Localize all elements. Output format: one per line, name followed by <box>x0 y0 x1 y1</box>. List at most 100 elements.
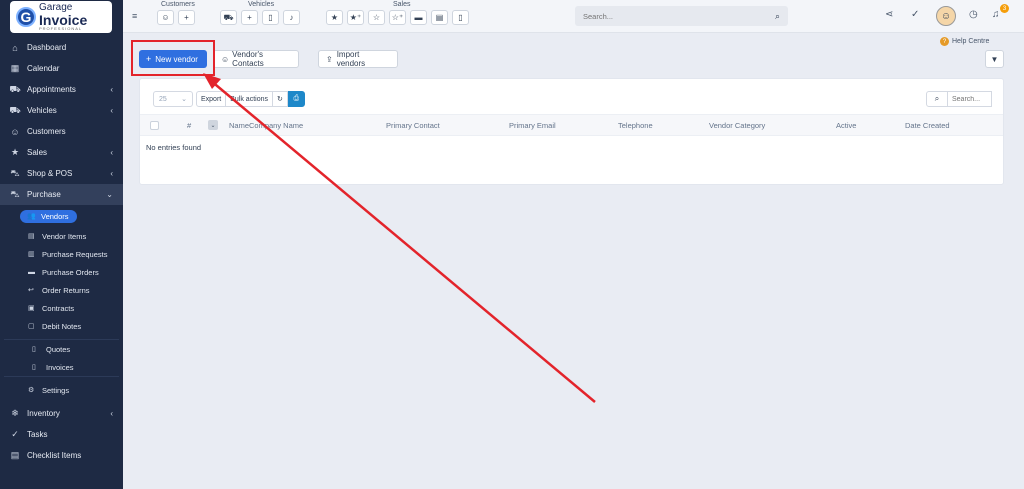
filter-button[interactable]: ▼ <box>985 50 1004 68</box>
column-header-primary-contact[interactable]: Primary Contact <box>386 121 440 130</box>
sidebar-subitem-purchase-requests[interactable]: ▥ Purchase Requests <box>0 245 123 263</box>
sidebar-subitem-label: Settings <box>42 385 70 395</box>
cart-icon: ⛍ <box>10 188 20 199</box>
customer-list-icon[interactable]: ☺ <box>157 10 174 25</box>
sidebar-subitem-label: Invoices <box>46 362 74 372</box>
star-icon: ★ <box>10 147 20 157</box>
sidebar-subitem-vendor-items[interactable]: ▤ Vendor Items <box>0 227 123 245</box>
document-icon[interactable]: ▯ <box>452 10 469 25</box>
sidebar-item-inventory[interactable]: ❄ Inventory ‹ <box>0 403 123 424</box>
search-icon[interactable]: ⌕ <box>775 11 780 22</box>
sidebar-item-shop-pos[interactable]: ⛍ Shop & POS ‹ <box>0 163 123 184</box>
empty-table-message: No entries found <box>146 143 202 152</box>
doc-icon: ▤ <box>10 450 20 460</box>
sidebar-subitem-label: Vendor Items <box>42 231 87 241</box>
search-input[interactable] <box>583 11 775 21</box>
logo-line-2: Invoice <box>39 12 88 28</box>
help-centre-link[interactable]: ? Help Centre <box>940 37 989 46</box>
request-icon: ▥ <box>28 251 35 258</box>
global-search[interactable]: ⌕ <box>575 6 788 26</box>
sidebar-subitem-label: Vendors <box>41 211 69 221</box>
vendor-contacts-button[interactable]: ☺ Vendor's Contacts <box>213 50 299 68</box>
question-icon: ? <box>940 37 949 46</box>
sidebar-subitem-label: Debit Notes <box>42 321 82 331</box>
column-header-vendor-category[interactable]: Vendor Category <box>709 121 765 130</box>
sidebar-item-dashboard[interactable]: ⌂ Dashboard <box>0 37 123 58</box>
search-icon[interactable]: ⌕ <box>926 91 948 107</box>
add-vehicle-icon[interactable]: + <box>241 10 258 25</box>
quick-vehicles-label: Vehicles <box>248 1 275 8</box>
chevron-down-icon[interactable]: ⌄ <box>208 120 218 130</box>
clock-icon[interactable]: ◷ <box>969 9 978 20</box>
column-header-company-name[interactable]: Company Name <box>249 121 303 130</box>
sidebar-item-sales[interactable]: ★ Sales ‹ <box>0 142 123 163</box>
sidebar-item-checklist-items[interactable]: ▤ Checklist Items <box>0 445 123 466</box>
quote-icon: ▯ <box>32 346 36 353</box>
sidebar-item-appointments[interactable]: ⛟ Appointments ‹ <box>0 79 123 100</box>
print-icon[interactable]: ⎙ <box>287 91 305 107</box>
items-icon: ▤ <box>28 233 35 240</box>
home-icon: ⌂ <box>12 42 18 53</box>
column-header-active[interactable]: Active <box>836 121 856 130</box>
sidebar-subitem-purchase-orders[interactable]: ▬ Purchase Orders <box>0 263 123 281</box>
card-icon[interactable]: ▬ <box>410 10 427 25</box>
refresh-icon[interactable]: ↻ <box>272 91 288 107</box>
column-header-number[interactable]: # <box>187 121 191 130</box>
column-header-primary-email[interactable]: Primary Email <box>509 121 556 130</box>
add-customer-icon[interactable]: + <box>178 10 195 25</box>
bulk-actions-button[interactable]: Bulk actions <box>226 91 273 107</box>
sidebar-subitem-settings[interactable]: ⚙ Settings <box>0 381 123 399</box>
table-toolbar: 25 ⌄ Export Bulk actions ↻ ⎙ <box>153 91 305 107</box>
sidebar-item-vehicles[interactable]: ⛟ Vehicles ‹ <box>0 100 123 121</box>
star-outline-icon[interactable]: ☆ <box>368 10 385 25</box>
sidebar-subitem-debit-notes[interactable]: ▢ Debit Notes <box>0 317 123 335</box>
chevron-left-icon: ‹ <box>110 169 113 178</box>
star-icon[interactable]: ★ <box>326 10 343 25</box>
quick-sales-label: Sales <box>393 1 411 8</box>
table-header: # ⌄ Name Company Name Primary Contact Pr… <box>140 114 1003 136</box>
sidebar-item-purchase[interactable]: ⛍ Purchase ⌄ <box>0 184 123 205</box>
app-logo[interactable]: G Garage Invoice PROFESSIONAL <box>10 1 112 33</box>
clipboard-icon[interactable]: ▯ <box>262 10 279 25</box>
import-vendors-label: Import vendors <box>336 50 366 68</box>
note-icon: ▢ <box>28 323 35 330</box>
sidebar-item-label: Checklist Items <box>27 451 82 460</box>
sidebar: G Garage Invoice PROFESSIONAL ⌂ Dashboard… <box>0 0 123 489</box>
sidebar-item-customers[interactable]: ☺ Customers <box>0 121 123 142</box>
purchase-submenu: 👥 Vendors ▤ Vendor Items ▥ Purchase Request… <box>0 205 123 399</box>
share-icon[interactable]: ⋖ <box>885 9 893 20</box>
sidebar-item-calendar[interactable]: ▦ Calendar <box>0 58 123 79</box>
menu-toggle-icon[interactable]: ≡ <box>132 11 137 21</box>
sidebar-subitem-vendors[interactable]: 👥 Vendors <box>0 205 123 227</box>
select-all-checkbox[interactable] <box>150 121 159 130</box>
sidebar-subitem-quotes[interactable]: ▯ Quotes <box>4 340 119 358</box>
bell-icon[interactable]: ♪ <box>283 10 300 25</box>
column-header-telephone[interactable]: Telephone <box>618 121 653 130</box>
sidebar-subitem-contracts[interactable]: ▣ Contracts <box>0 299 123 317</box>
sidebar-item-tasks[interactable]: ✓ Tasks <box>0 424 123 445</box>
check-icon[interactable]: ✓ <box>911 9 919 20</box>
import-vendors-button[interactable]: ⇪ Import vendors <box>318 50 398 68</box>
vehicle-list-icon[interactable]: ⛟ <box>220 10 237 25</box>
table-search-input[interactable] <box>948 91 992 107</box>
page-length-select[interactable]: 25 ⌄ <box>153 91 193 107</box>
star-add-icon[interactable]: ★⁺ <box>347 10 364 25</box>
chevron-down-icon: ⌄ <box>181 96 187 103</box>
column-header-name[interactable]: Name <box>229 121 249 130</box>
star-outline-add-icon[interactable]: ☆⁺ <box>389 10 406 25</box>
check-circle-icon: ✓ <box>11 429 19 439</box>
notification-bell-icon[interactable]: ♫ <box>992 9 1000 20</box>
column-header-date-created[interactable]: Date Created <box>905 121 950 130</box>
sidebar-subitem-order-returns[interactable]: ↩ Order Returns <box>0 281 123 299</box>
snowflake-icon: ❄ <box>11 408 19 418</box>
avatar[interactable]: ☺ <box>936 6 956 26</box>
sidebar-subitem-invoices[interactable]: ▯ Invoices <box>4 358 119 376</box>
invoice-icon[interactable]: ▤ <box>431 10 448 25</box>
sidebar-item-label: Tasks <box>27 430 48 439</box>
export-button[interactable]: Export <box>196 91 227 107</box>
sidebar-item-label: Appointments <box>27 85 76 94</box>
sales-docs-group: ▯ Quotes ▯ Invoices <box>4 339 119 377</box>
quick-sales: Sales ★ ★⁺ ☆ ☆⁺ ▬ ▤ ▯ <box>326 1 469 25</box>
annotation-highlight-box <box>131 40 215 76</box>
sidebar-item-label: Inventory <box>27 409 60 418</box>
